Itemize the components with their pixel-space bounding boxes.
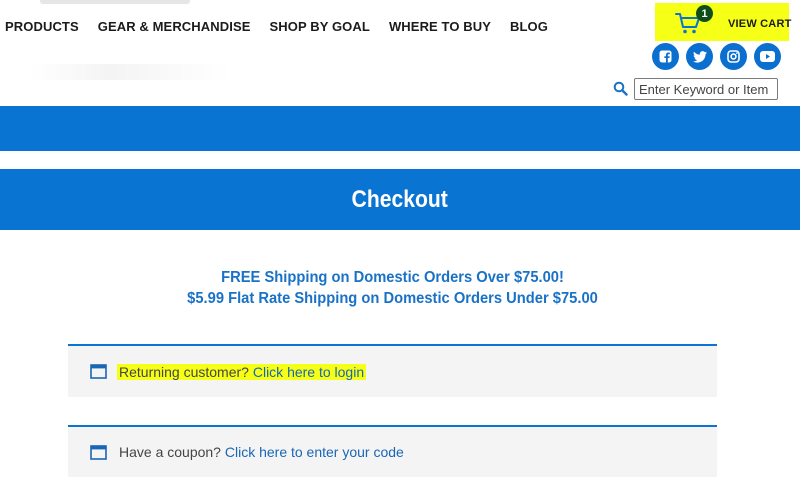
view-cart-label[interactable]: VIEW CART: [728, 18, 792, 30]
login-prefix: Returning customer?: [119, 363, 249, 380]
cart-count-badge: 1: [696, 5, 713, 22]
login-notice-text: Returning customer? Click here to login: [117, 363, 367, 380]
shipping-notice: FREE Shipping on Domestic Orders Over $7…: [0, 267, 785, 309]
page-title-banner: Checkout: [0, 169, 800, 230]
shipping-line-flat-rate: $5.99 Flat Rate Shipping on Domestic Ord…: [187, 290, 598, 307]
header-band: [0, 106, 800, 151]
coupon-prefix: Have a coupon?: [119, 444, 221, 460]
coupon-notice: Have a coupon? Click here to enter your …: [68, 425, 717, 477]
login-notice: Returning customer? Click here to login: [68, 344, 717, 397]
instagram-icon[interactable]: [720, 43, 747, 70]
nav-blog[interactable]: BLOG: [510, 19, 548, 34]
window-icon: [90, 444, 107, 460]
login-link[interactable]: Click here to login: [253, 364, 364, 380]
search-icon[interactable]: [613, 81, 628, 96]
nav-where-to-buy[interactable]: WHERE TO BUY: [389, 19, 491, 34]
nav-products[interactable]: PRODUCTS: [5, 19, 79, 34]
site-logo[interactable]: [40, 0, 190, 4]
search-input[interactable]: [634, 78, 778, 100]
window-icon: [90, 364, 107, 379]
youtube-icon[interactable]: [754, 43, 781, 70]
coupon-link[interactable]: Click here to enter your code: [225, 444, 404, 460]
logo-watermark: [30, 64, 230, 80]
page-title: Checkout: [351, 185, 449, 213]
shipping-line-free: FREE Shipping on Domestic Orders Over $7…: [221, 269, 564, 286]
facebook-icon[interactable]: [652, 43, 679, 70]
twitter-icon[interactable]: [686, 43, 713, 70]
main-nav: PRODUCTS GEAR & MERCHANDISE SHOP BY GOAL…: [5, 19, 567, 34]
nav-gear-merchandise[interactable]: GEAR & MERCHANDISE: [98, 19, 251, 34]
social-links: [652, 43, 781, 70]
nav-shop-by-goal[interactable]: SHOP BY GOAL: [270, 19, 370, 34]
